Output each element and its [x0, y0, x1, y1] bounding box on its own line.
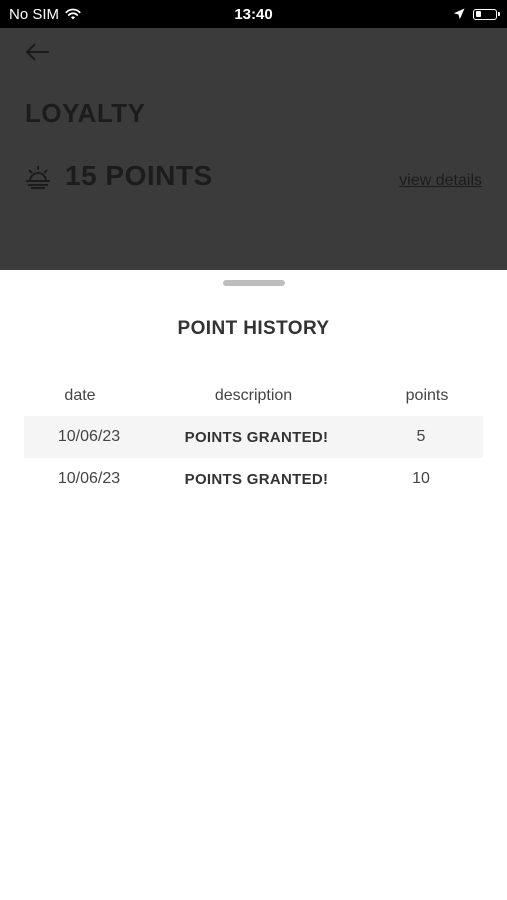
sun-icon — [26, 166, 50, 189]
row-description: POINTS GRANTED! — [184, 470, 329, 488]
row-description: POINTS GRANTED! — [184, 428, 329, 446]
row-points: 5 — [416, 428, 426, 445]
wifi-icon — [65, 8, 81, 20]
loyalty-page-backdrop[interactable]: LOYALTY 15 POINTS view details — [0, 28, 507, 270]
status-bar: No SIM 13:40 — [0, 0, 507, 28]
carrier-label: No SIM — [9, 5, 60, 23]
battery-level — [475, 11, 481, 17]
points-total: 15 POINTS — [65, 160, 213, 191]
points-summary: 15 POINTS — [25, 160, 213, 192]
location-arrow-icon — [453, 8, 465, 20]
back-arrow-icon[interactable] — [24, 40, 52, 64]
status-right — [453, 8, 500, 20]
page-title: LOYALTY — [25, 98, 146, 128]
table-header-row: date description points — [24, 382, 483, 410]
row-date: 10/06/23 — [57, 428, 121, 445]
table-row: 10/06/23 POINTS GRANTED! 5 — [24, 416, 483, 458]
view-details-link[interactable]: view details — [399, 172, 482, 190]
battery-icon — [473, 8, 500, 20]
sheet-grabber-handle[interactable] — [223, 280, 285, 286]
point-history-table: date description points 10/06/23 POINTS … — [24, 382, 483, 500]
column-header-date: date — [64, 387, 96, 404]
row-points: 10 — [412, 470, 430, 487]
sheet-title: POINT HISTORY — [177, 318, 330, 339]
table-row: 10/06/23 POINTS GRANTED! 10 — [24, 458, 483, 500]
point-history-sheet: POINT HISTORY date description points 10… — [0, 270, 507, 900]
column-header-description: description — [214, 387, 293, 404]
row-date: 10/06/23 — [57, 470, 121, 487]
column-header-points: points — [405, 387, 449, 404]
status-left: No SIM — [9, 6, 81, 23]
